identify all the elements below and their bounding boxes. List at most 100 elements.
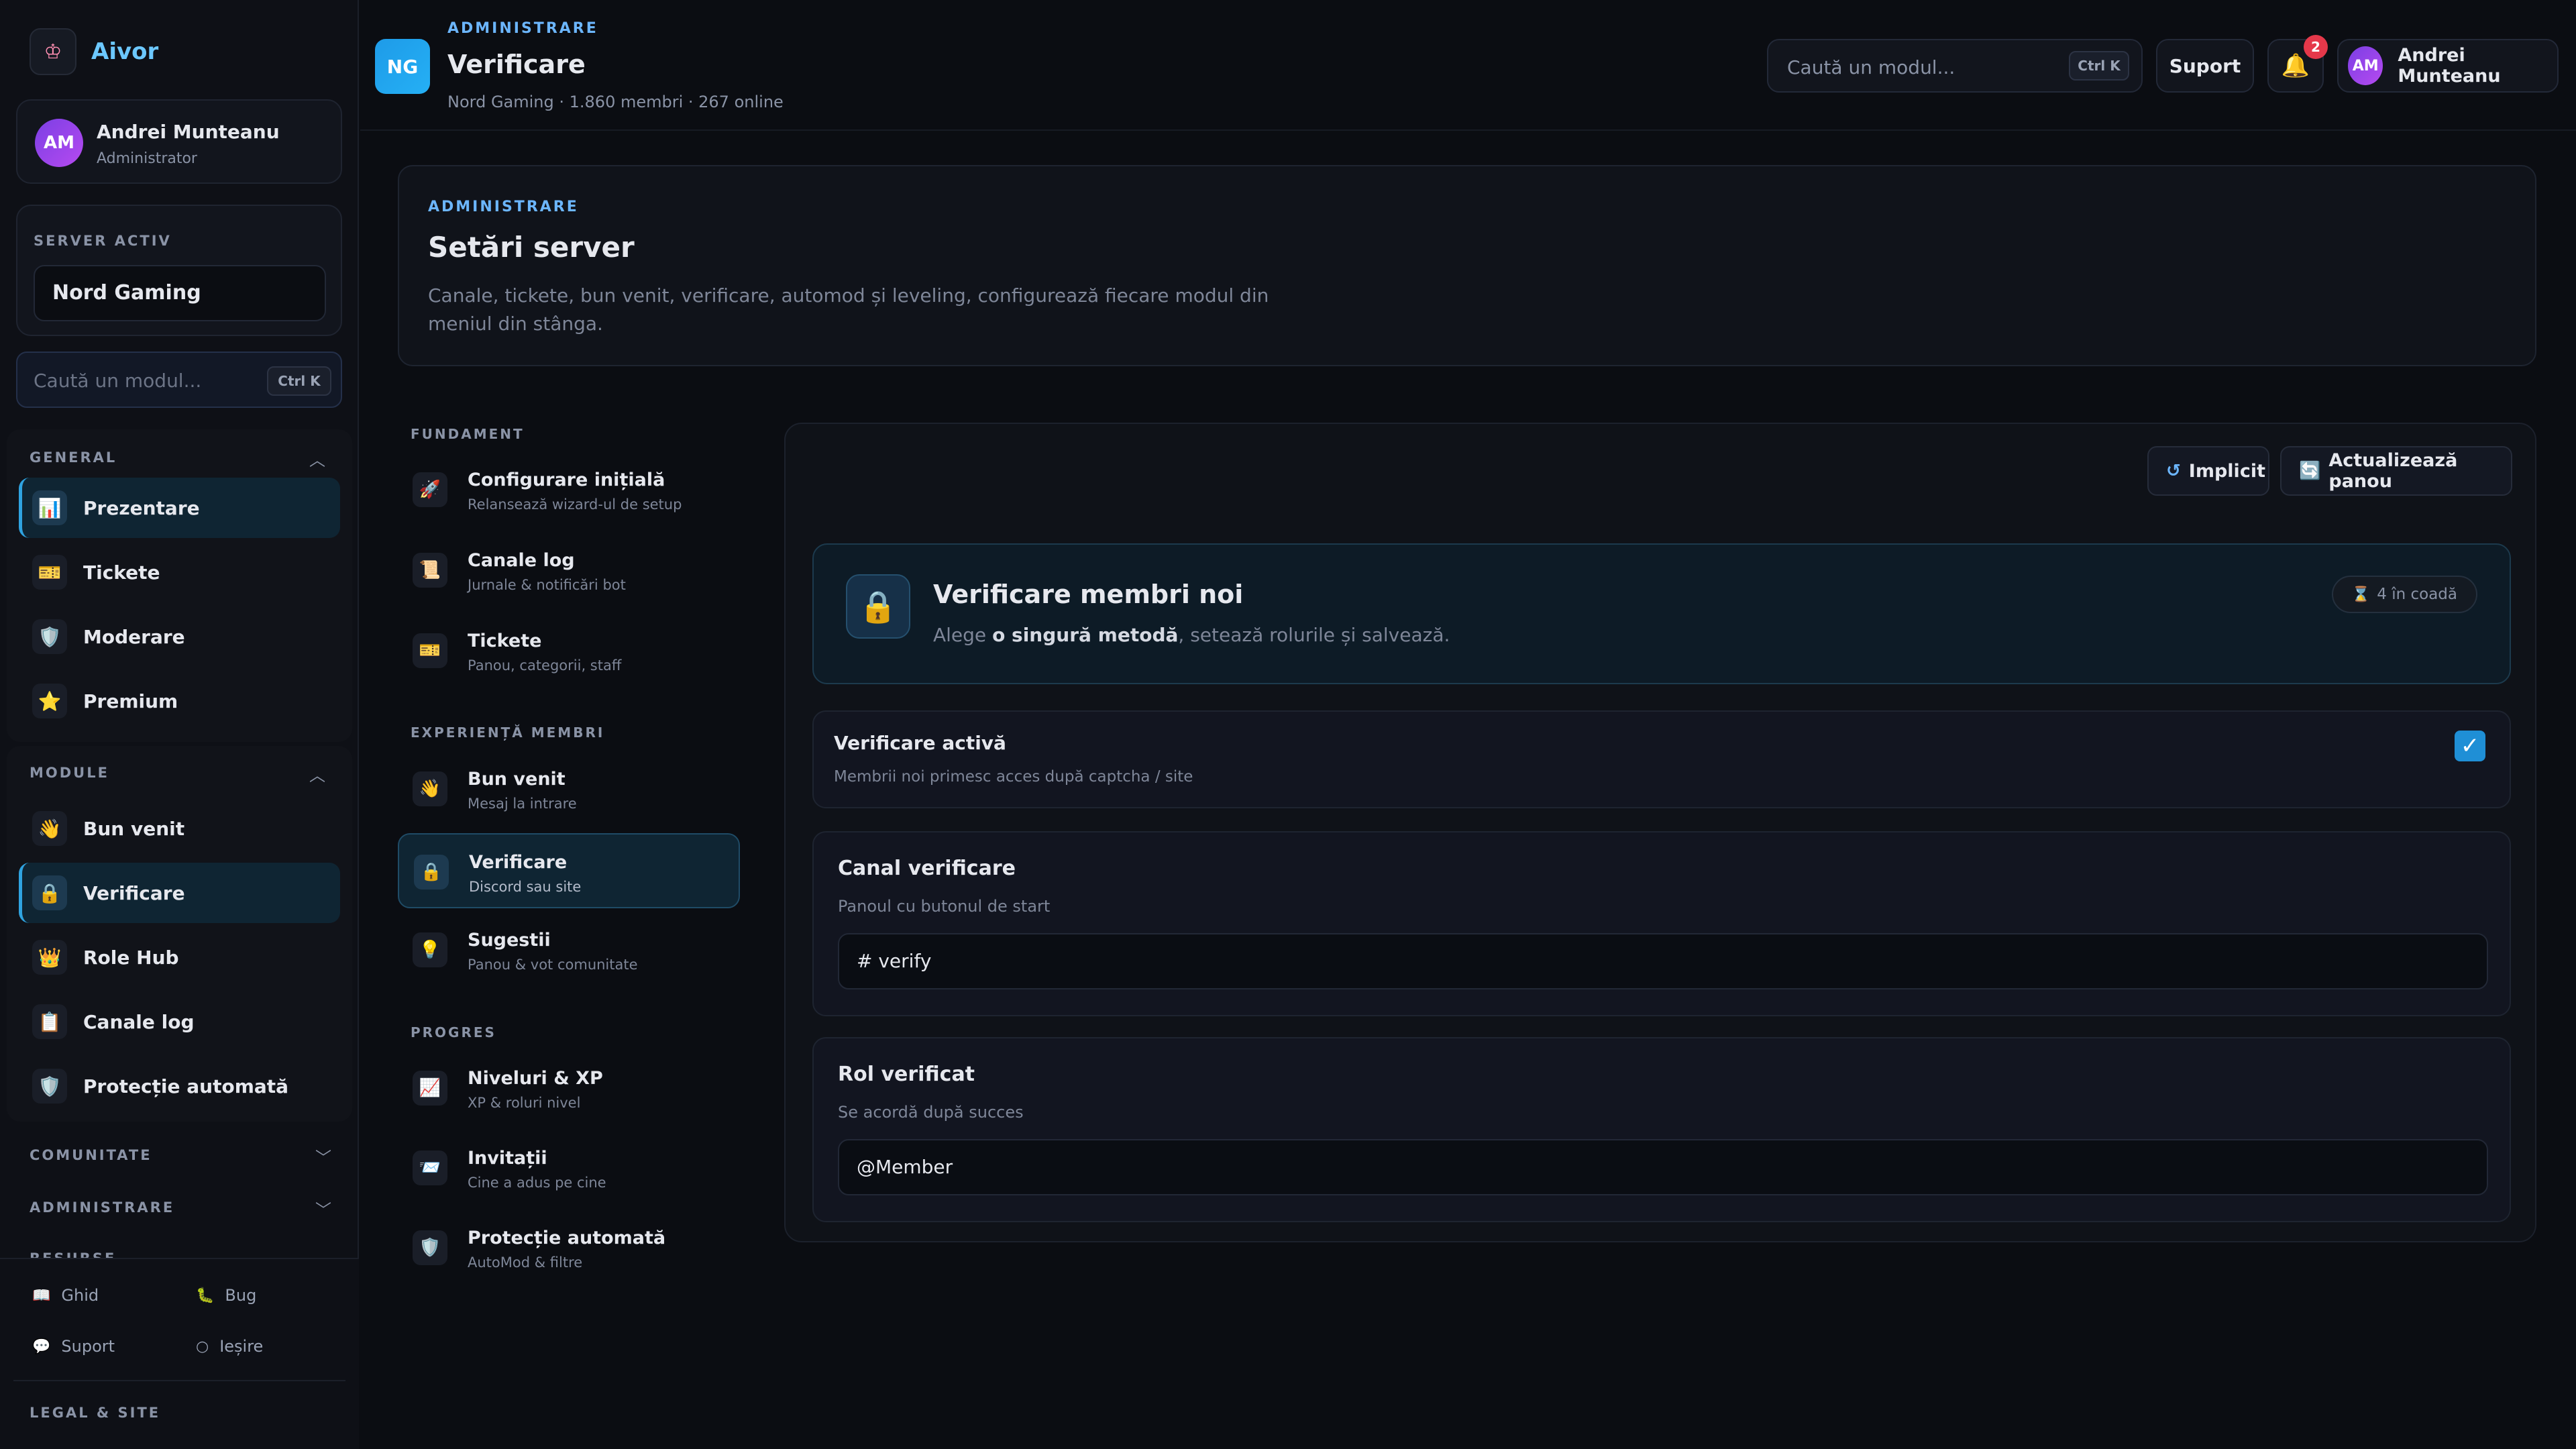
queue-count: 4 în coadă xyxy=(2377,586,2457,603)
reset-default-button[interactable]: ↺ Implicit xyxy=(2147,446,2269,496)
hero-title: Setări server xyxy=(428,231,635,264)
lock-icon: 🔒 xyxy=(846,574,910,639)
refresh-panel-label: Actualizează panou xyxy=(2328,450,2458,492)
footer-divider xyxy=(13,1380,345,1381)
subnav-item-title: Configurare inițială xyxy=(468,470,665,490)
subnav-item-niveluri[interactable]: 📈 Niveluri & XP XP & roluri nivel xyxy=(398,1051,740,1126)
server-card: SERVER ACTIV Nord Gaming xyxy=(16,205,342,336)
reset-default-label: Implicit xyxy=(2188,460,2265,482)
subnav-group-progres: PROGRES xyxy=(411,1024,496,1040)
verification-channel-input[interactable]: # verify xyxy=(838,933,2488,989)
verification-description: Alege o singură metodă, setează rolurile… xyxy=(933,624,1450,646)
subnav-item-title: Tickete xyxy=(468,631,542,651)
book-icon: 📖 xyxy=(32,1287,51,1304)
search-input[interactable]: Caută un modul... Ctrl K xyxy=(1767,39,2143,93)
sidebar-item-bun-venit[interactable]: 👋 Bun venit xyxy=(19,798,340,859)
server-label: SERVER ACTIV xyxy=(34,233,172,249)
subnav-item-configurare[interactable]: 🚀 Configurare inițială Relansează wizard… xyxy=(398,452,740,527)
sidebar-item-label: Canale log xyxy=(83,1010,195,1033)
sidebar-item-tickete[interactable]: 🎫 Tickete xyxy=(19,542,340,602)
sidebar-search-input[interactable]: Caută un modul... Ctrl K xyxy=(16,352,342,408)
sidebar-item-role-hub[interactable]: 👑 Role Hub xyxy=(19,927,340,987)
subnav-item-desc: Cine a adus pe cine xyxy=(468,1175,606,1191)
sidebar-item-canale-log[interactable]: 📋 Canale log xyxy=(19,991,340,1052)
user-menu-button[interactable]: AM Andrei Munteanu xyxy=(2337,39,2559,93)
subnav-item-desc: Jurnale & notificări bot xyxy=(468,577,626,593)
subnav-item-canale-log[interactable]: 📜 Canale log Jurnale & notificări bot xyxy=(398,533,740,608)
avatar: AM xyxy=(35,119,83,167)
subnav-item-title: Bun venit xyxy=(468,769,566,790)
topbar: NG ADMINISTRARE Verificare Nord Gaming ·… xyxy=(360,0,2576,131)
footer-link-label: Ieșire xyxy=(219,1337,264,1356)
verification-channel-title: Canal verificare xyxy=(838,857,1016,880)
subnav-item-invitatii[interactable]: 📨 Invitații Cine a adus pe cine xyxy=(398,1130,740,1205)
sidebar-item-verificare[interactable]: 🔒 Verificare xyxy=(19,863,340,923)
check-icon: ✓ xyxy=(2460,733,2480,759)
subnav-item-desc: Panou & vot comunitate xyxy=(468,957,638,973)
logout-icon: ○ xyxy=(196,1338,209,1355)
subnav-item-protectie-automata[interactable]: 🛡️ Protecție automată AutoMod & filtre xyxy=(398,1210,740,1285)
sidebar-item-label: Verificare xyxy=(83,881,185,904)
footer-link-suport[interactable]: 💬 Suport xyxy=(32,1337,115,1356)
footer-link-ghid[interactable]: 📖 Ghid xyxy=(32,1286,99,1305)
subnav-item-title: Protecție automată xyxy=(468,1228,666,1248)
sidebar-item-moderare[interactable]: 🛡️ Moderare xyxy=(19,606,340,667)
verification-active-desc: Membrii noi primesc acces după captcha /… xyxy=(834,768,1193,786)
subnav-item-desc: XP & roluri nivel xyxy=(468,1095,581,1111)
scroll-icon: 📜 xyxy=(413,553,447,588)
nav-group-module: MODULE ︿ 👋 Bun venit 🔒 Verificare 👑 Role… xyxy=(7,746,352,1122)
refresh-panel-button[interactable]: 🔄 Actualizează panou xyxy=(2280,446,2512,496)
verification-channel-desc: Panoul cu butonul de start xyxy=(838,897,1051,916)
sidebar: ♔ Aivor AM Andrei Munteanu Administrator… xyxy=(0,0,359,1449)
sidebar-item-protectie-automata[interactable]: 🛡️ Protecție automată xyxy=(19,1056,340,1116)
sidebar-item-premium[interactable]: ⭐ Premium xyxy=(19,671,340,731)
subnav-item-desc: Panou, categorii, staff xyxy=(468,657,622,674)
user-name: Andrei Munteanu xyxy=(97,121,280,143)
sidebar-item-label: Moderare xyxy=(83,625,185,648)
server-select[interactable]: Nord Gaming xyxy=(34,265,326,321)
subnav-group-experienta: EXPERIENȚĂ MEMBRI xyxy=(411,724,605,741)
hero-section-label: ADMINISTRARE xyxy=(428,199,579,215)
verification-active-card: Verificare activă Membrii noi primesc ac… xyxy=(812,710,2511,808)
chevron-up-icon[interactable]: ︿ xyxy=(309,447,325,470)
clipboard-icon: 📋 xyxy=(32,1004,67,1039)
chart-icon: 📊 xyxy=(32,490,67,525)
sidebar-item-prezentare[interactable]: 📊 Prezentare xyxy=(19,478,340,538)
footer-link-iesire[interactable]: ○ Ieșire xyxy=(196,1337,263,1356)
verified-role-input[interactable]: @Member xyxy=(838,1139,2488,1195)
chevron-up-icon[interactable]: ︿ xyxy=(309,762,325,786)
brand[interactable]: ♔ Aivor xyxy=(30,28,158,75)
verification-title: Verificare membri noi xyxy=(933,580,1244,609)
subnav-item-verificare[interactable]: 🔒 Verificare Discord sau site xyxy=(398,833,740,908)
shield-icon: 🛡️ xyxy=(32,1069,67,1104)
star-icon: ⭐ xyxy=(32,684,67,718)
subnav-item-tickete[interactable]: 🎫 Tickete Panou, categorii, staff xyxy=(398,613,740,688)
notifications-button[interactable]: 🔔 2 xyxy=(2267,35,2328,93)
user-card[interactable]: AM Andrei Munteanu Administrator xyxy=(16,99,342,184)
nav-group-comunitate[interactable]: COMUNITATE xyxy=(30,1147,152,1163)
sidebar-item-label: Bun venit xyxy=(83,817,185,840)
verification-header-card: 🔒 Verificare membri noi Alege o singură … xyxy=(812,543,2511,684)
verified-role-desc: Se acordă după succes xyxy=(838,1103,1024,1122)
footer-link-bug[interactable]: 🐛 Bug xyxy=(196,1286,256,1305)
subnav-item-bun-venit[interactable]: 👋 Bun venit Mesaj la intrare xyxy=(398,751,740,826)
subnav-item-sugestii[interactable]: 💡 Sugestii Panou & vot comunitate xyxy=(398,912,740,987)
chevron-down-icon[interactable]: ﹀ xyxy=(315,1197,331,1220)
sidebar-item-label: Protecție automată xyxy=(83,1075,289,1097)
verification-active-checkbox[interactable]: ✓ xyxy=(2455,731,2485,761)
lock-icon: 🔒 xyxy=(32,875,67,910)
chevron-down-icon[interactable]: ﹀ xyxy=(315,1144,331,1168)
chart-up-icon: 📈 xyxy=(413,1071,447,1106)
wave-icon: 👋 xyxy=(413,771,447,806)
breadcrumb: ADMINISTRARE xyxy=(447,20,598,37)
nav-group-general-title: GENERAL xyxy=(30,449,117,466)
verification-active-title: Verificare activă xyxy=(834,732,1006,754)
support-button[interactable]: Suport xyxy=(2156,39,2254,93)
legal-section[interactable]: LEGAL & SITE xyxy=(30,1405,160,1421)
subnav-item-title: Canale log xyxy=(468,550,575,571)
verification-panel: ↺ Implicit 🔄 Actualizează panou 🔒 Verifi… xyxy=(784,423,2536,1242)
search-placeholder: Caută un modul... xyxy=(1787,56,1955,78)
sidebar-footer: 📖 Ghid 🐛 Bug 💬 Suport ○ Ieșire LEGAL & S… xyxy=(0,1258,359,1449)
sidebar-item-label: Premium xyxy=(83,690,178,712)
nav-group-administrare[interactable]: ADMINISTRARE xyxy=(30,1199,174,1216)
